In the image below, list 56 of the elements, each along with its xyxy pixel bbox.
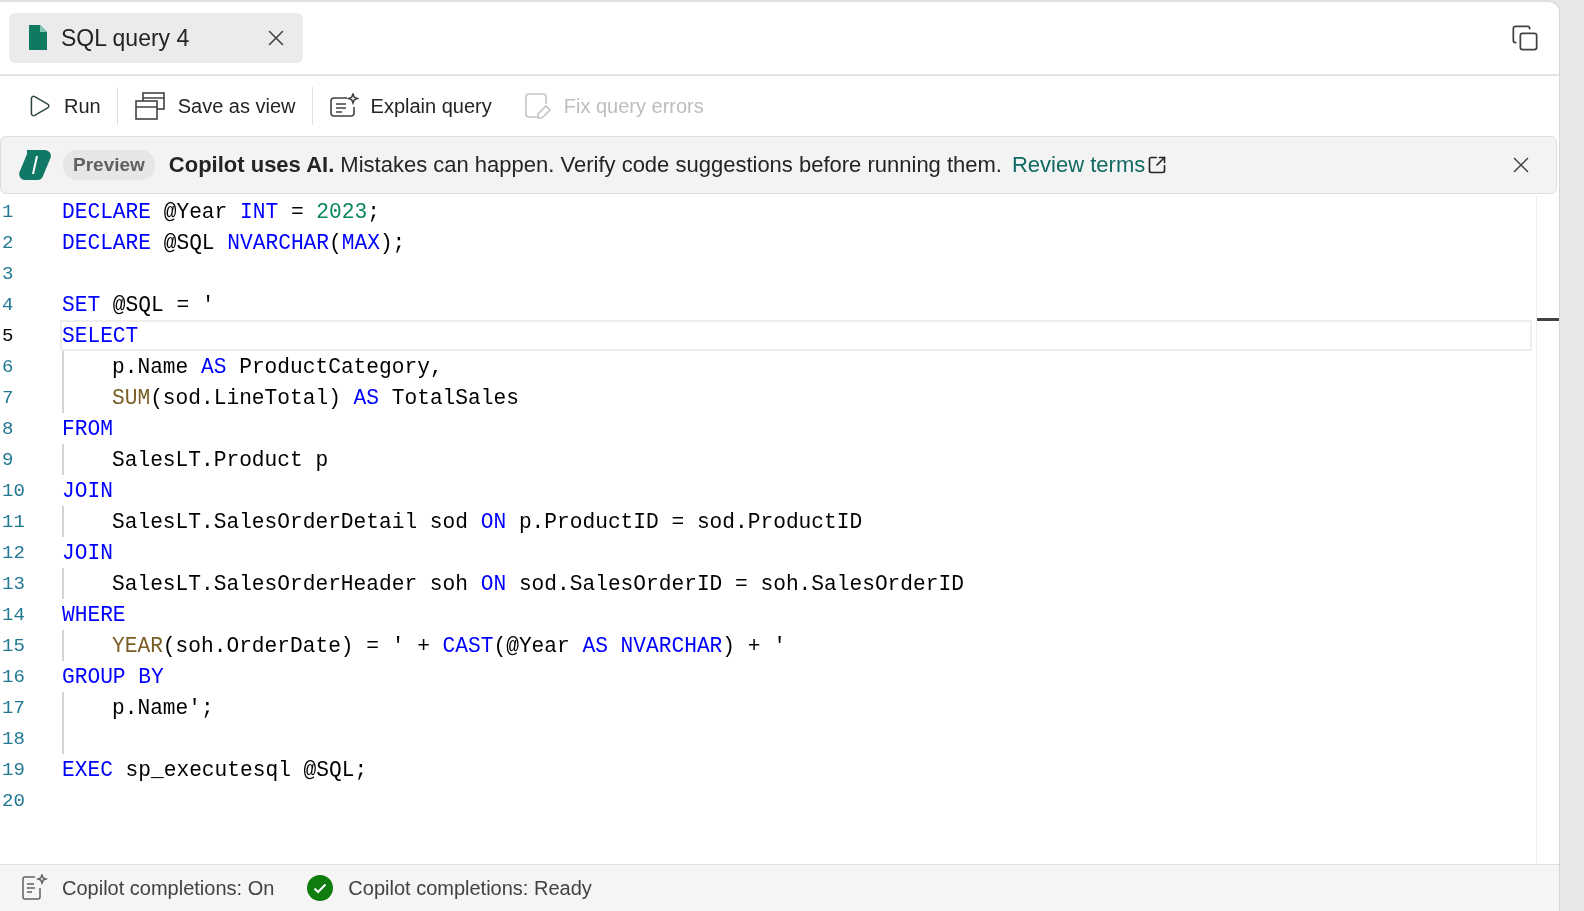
line-number: 7 — [1, 386, 15, 409]
line-number: 15 — [1, 634, 26, 657]
code-line: SET @SQL = ' — [62, 292, 215, 317]
code-line: p.Name AS ProductCategory, — [112, 354, 443, 379]
line-number: 16 — [1, 665, 26, 688]
line-number: 4 — [1, 293, 15, 316]
code-line: SUM(sod.LineTotal) AS TotalSales — [112, 385, 519, 410]
preview-badge: Preview — [63, 150, 155, 180]
status-text: Copilot completions: On — [62, 876, 275, 900]
code-line: SELECT — [62, 323, 139, 348]
toolbar-button[interactable]: Explain query — [312, 84, 508, 128]
line-number: 6 — [1, 355, 15, 378]
code-line: JOIN — [62, 540, 113, 565]
copilot-logo-icon — [17, 148, 53, 182]
code-line: SalesLT.SalesOrderHeader soh ON sod.SalesOrderID = soh.SalesOrderID — [112, 571, 964, 596]
line-number: 20 — [1, 789, 26, 812]
cursor-marker — [1537, 318, 1559, 321]
tab-title: SQL query 4 — [61, 24, 191, 52]
code-line: GROUP BY — [62, 664, 164, 689]
line-number: 1 — [1, 200, 15, 223]
code-line: SalesLT.Product p — [112, 447, 329, 472]
line-number: 2 — [1, 231, 15, 254]
eraser-page-icon — [523, 92, 552, 120]
review-terms-link[interactable]: Review terms — [1012, 152, 1168, 178]
external-link-icon — [1147, 155, 1168, 175]
line-number: 12 — [1, 541, 26, 564]
line-number: 18 — [1, 727, 26, 750]
code-line: WHERE — [62, 602, 126, 627]
line-number: 14 — [1, 603, 26, 626]
copy-button[interactable] — [1511, 24, 1539, 52]
code-line: SalesLT.SalesOrderDetail sod ON p.ProductID = sod.ProductID — [112, 509, 863, 534]
query-tab[interactable]: SQL query 4 — [9, 13, 303, 63]
line-number: 5 — [1, 324, 15, 347]
line-number: 10 — [1, 479, 26, 502]
sparkle-note-icon — [328, 93, 359, 119]
line-number: 9 — [1, 448, 15, 471]
line-number: 17 — [1, 696, 26, 719]
windows-icon — [133, 91, 166, 121]
code-line: DECLARE @SQL NVARCHAR(MAX); — [62, 230, 406, 255]
toolbar-button[interactable]: Save as view — [117, 84, 312, 128]
code-line: FROM — [62, 416, 113, 441]
code-line: DECLARE @Year INT = 2023; — [62, 199, 380, 224]
code-line: YEAR(soh.OrderDate) = ' + CAST(@Year AS NVARCHAR) + ' — [112, 633, 786, 658]
line-number: 8 — [1, 417, 15, 440]
line-number: 11 — [1, 510, 26, 533]
line-number: 3 — [1, 262, 15, 285]
line-number: 19 — [1, 758, 26, 781]
code-line: JOIN — [62, 478, 113, 503]
status-text: Copilot completions: Ready — [348, 876, 592, 900]
code-line: p.Name'; — [112, 695, 214, 720]
banner-message: Copilot uses AI. Mistakes can happen. Verify code suggestions before running them. — [168, 152, 1002, 178]
sparkle-note-icon — [20, 874, 48, 902]
check-circle-icon — [306, 874, 335, 902]
code-line: EXEC sp_executesql @SQL; — [62, 757, 368, 782]
line-number: 13 — [1, 572, 26, 595]
toolbar-button[interactable]: Run — [10, 84, 117, 128]
